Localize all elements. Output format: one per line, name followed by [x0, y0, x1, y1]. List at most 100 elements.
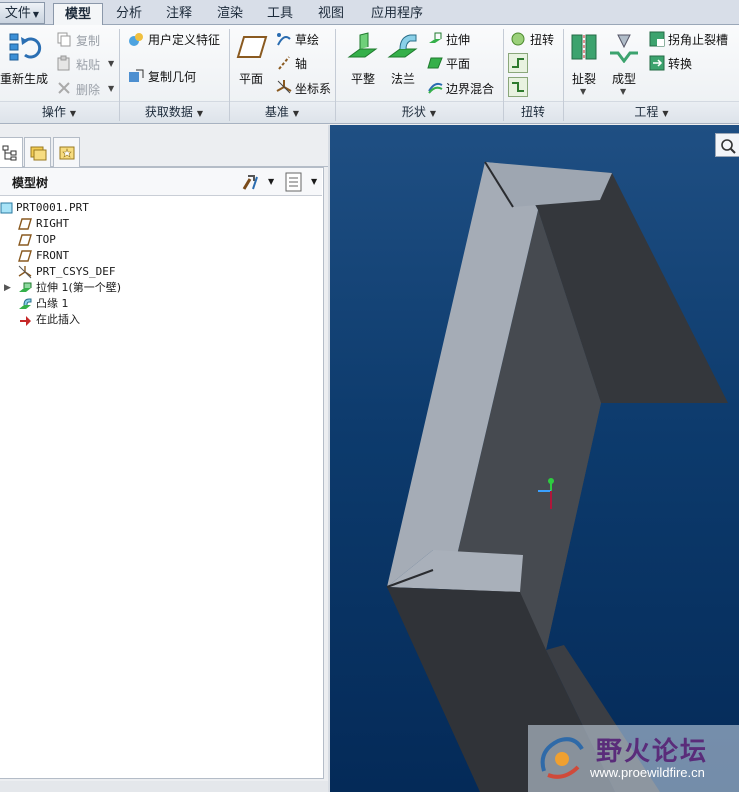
file-menu-label: 文件: [4, 6, 31, 21]
copy-geometry-label: 复制几何: [148, 70, 197, 84]
tab-tools[interactable]: 工具: [257, 3, 303, 25]
delete-icon: [58, 82, 70, 94]
settings-tools-icon: [242, 175, 258, 190]
show-list-icon: [285, 172, 302, 192]
flange-icon: [19, 298, 32, 309]
triad-y-endpoint: [548, 478, 554, 484]
model-tree-title: 模型树: [12, 176, 49, 190]
expand-arrow-icon[interactable]: ▶: [4, 280, 11, 296]
planar-label: 平面: [446, 57, 471, 71]
chevron-down-icon: ▼: [292, 109, 300, 118]
flange-label: 法兰: [391, 72, 416, 86]
file-menu-tab[interactable]: 文件 ▼: [0, 2, 45, 24]
tree-item-right[interactable]: RIGHT: [0, 216, 200, 232]
corner-relief-label: 拐角止裂槽: [668, 33, 729, 47]
tree-item-label: 凸缘 1: [36, 297, 69, 310]
ribbon-tab-bar: 文件 ▼ 模型 分析 注释 渲染 工具 视图 应用程序: [0, 0, 739, 26]
engineering-group-label[interactable]: 工程 ▼: [564, 103, 739, 121]
chevron-down-icon: ▼: [69, 109, 77, 118]
tree-item-top[interactable]: TOP: [0, 232, 200, 248]
graphics-viewport[interactable]: 野火论坛 www.proewildfire.cn: [328, 125, 739, 792]
udf-icon: [129, 33, 143, 46]
twist-option-1-icon: [508, 53, 528, 73]
boundary-blend-label: 边界混合: [446, 82, 495, 96]
tab-annotate[interactable]: 注释: [156, 3, 202, 25]
sheetmetal-part-model[interactable]: [330, 125, 739, 792]
tree-item-insert-here[interactable]: 在此插入: [0, 312, 200, 328]
extrude-icon: [429, 32, 442, 43]
datum-plane-label: 平面: [239, 72, 264, 86]
datum-plane-icon: [236, 36, 268, 58]
paste-icon: [57, 55, 70, 71]
folder-browser-icon: [30, 146, 47, 161]
shapes-group-label[interactable]: 形状 ▼: [336, 103, 502, 121]
convert-icon: [649, 55, 665, 71]
regenerate-label: 重新生成: [0, 72, 49, 86]
chevron-down-icon: ▼: [268, 177, 275, 186]
part-icon: [0, 202, 13, 214]
tree-item-csys[interactable]: PRT_CSYS_DEF: [0, 264, 200, 280]
tab-analysis[interactable]: 分析: [106, 3, 152, 25]
regenerate-icon: [9, 33, 42, 61]
view-toolbar-button[interactable]: [715, 133, 739, 157]
model-tree: 模型树 ▼ ▼ PRT0001.PRT RIGHT TOP FRONT PRT_…: [0, 167, 324, 779]
tab-applications[interactable]: 应用程序: [360, 3, 434, 25]
get-data-group-label[interactable]: 获取数据 ▼: [120, 103, 228, 121]
tree-item-front[interactable]: FRONT: [0, 248, 200, 264]
shapes-group-label-text: 形状: [401, 105, 426, 119]
navigator-tabs: [0, 137, 328, 168]
ribbon: 重新生成 复制 粘贴 ▼ 删除 ▼ 操作 ▼ 用户定义特征 复制几何 获取数据 ▼ …: [0, 25, 739, 124]
copy-label: 复制: [76, 34, 101, 48]
tab-model[interactable]: 模型: [53, 3, 103, 26]
tree-item-label: PRT_CSYS_DEF: [36, 265, 116, 278]
rip-label: 扯裂: [572, 72, 597, 86]
watermark-url: www.proewildfire.cn: [590, 765, 705, 780]
sketch-label: 草绘: [295, 33, 320, 47]
paste-label: 粘贴: [76, 58, 101, 72]
form-icon: [610, 34, 638, 63]
forum-watermark: 野火论坛 www.proewildfire.cn: [528, 725, 739, 792]
flange-icon: [387, 34, 418, 58]
tree-item-label: TOP: [36, 233, 56, 246]
extrude-label: 拉伸: [446, 33, 471, 47]
model-tree-icon: [2, 145, 17, 161]
engineering-group-label-text: 工程: [634, 105, 659, 119]
twist-option-2-icon: [508, 77, 528, 97]
csys-label: 坐标系: [295, 82, 332, 96]
datum-plane-icon: [18, 250, 32, 262]
model-tree-header: 模型树 ▼ ▼: [0, 168, 322, 196]
flat-wall-icon: [347, 32, 378, 58]
twist-icon: [511, 32, 525, 46]
boundary-blend-icon: [428, 82, 443, 94]
sketch-icon: [277, 33, 291, 46]
corner-relief-icon: [649, 31, 665, 47]
udf-label: 用户定义特征: [148, 33, 221, 47]
insert-here-arrow-icon: [20, 316, 31, 326]
axis-label: 轴: [295, 57, 308, 71]
tab-folder-browser[interactable]: [24, 137, 51, 167]
tree-item-extrude-1[interactable]: ▶ 拉伸 1(第一个壁): [0, 280, 200, 296]
chevron-down-icon: ▼: [196, 109, 204, 118]
tab-view[interactable]: 视图: [308, 3, 354, 25]
twist-group-label-text: 扭转: [520, 105, 545, 119]
tree-item-label: 拉伸 1(第一个壁): [36, 281, 122, 294]
tree-item-part[interactable]: PRT0001.PRT: [0, 200, 200, 216]
datum-group-label[interactable]: 基准 ▼: [230, 103, 334, 121]
panel-bottom-strip: [0, 781, 328, 792]
tab-favorites[interactable]: [53, 137, 80, 167]
watermark-title: 野火论坛: [596, 737, 709, 767]
rip-chevron-down-icon: ▼: [580, 87, 587, 96]
flat-wall-label: 平整: [351, 72, 376, 86]
rip-icon: [571, 34, 597, 60]
twist-group-label: 扭转: [504, 103, 562, 121]
planar-icon: [427, 57, 443, 69]
datum-group-label-text: 基准: [264, 105, 289, 119]
tab-render[interactable]: 渲染: [207, 3, 253, 25]
zoom-magnifier-icon: [721, 139, 736, 154]
convert-label: 转换: [668, 57, 693, 71]
tree-item-label: PRT0001.PRT: [16, 201, 89, 214]
csys-icon: [18, 265, 32, 279]
tree-item-flange-1[interactable]: 凸缘 1: [0, 296, 200, 312]
tab-model-tree[interactable]: [0, 137, 23, 168]
operations-group-label[interactable]: 操作 ▼: [0, 103, 118, 121]
